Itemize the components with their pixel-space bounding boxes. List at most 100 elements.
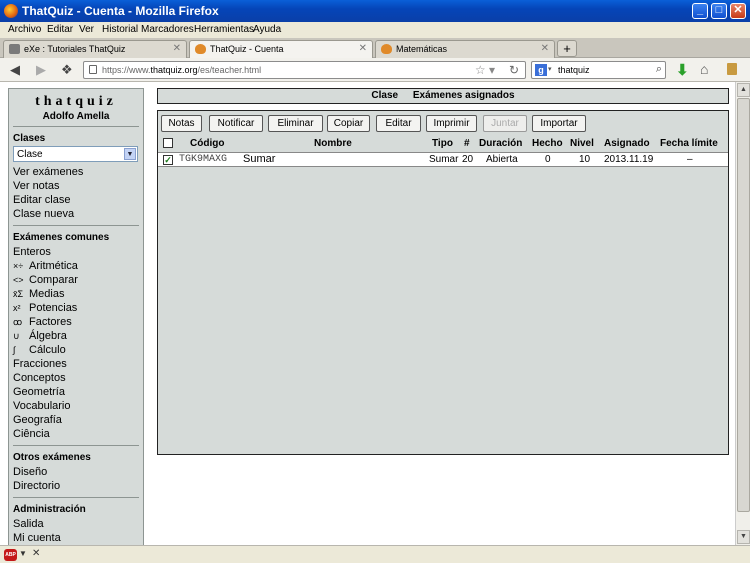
notificar-button[interactable]: Notificar [209,115,263,132]
copiar-button[interactable]: Copiar [327,115,370,132]
link-vocabulario[interactable]: Vocabulario [9,399,143,413]
link-clase-nueva[interactable]: Clase nueva [9,207,143,221]
tab-bar: eXe : Tutoriales ThatQuiz ✕ ThatQuiz - C… [0,38,750,58]
brand-logo[interactable]: thatquiz [9,94,143,110]
exam-name[interactable]: Sumar [243,153,275,165]
link-mi-cuenta[interactable]: Mi cuenta [9,531,143,545]
exam-level: 10 [579,154,591,165]
home-icon[interactable]: ⌂ [700,61,708,77]
link-aritmetica[interactable]: ×÷ Aritmética [9,259,143,273]
google-icon[interactable]: g [535,64,547,76]
scroll-down-arrow-icon[interactable]: ▼ [737,530,750,544]
notas-button[interactable]: Notas [161,115,202,132]
adblock-dropdown-icon[interactable]: ▼ [19,549,27,558]
col-count[interactable]: # [464,138,470,149]
search-bar[interactable]: g ▾ thatquiz ⌕ [531,61,666,79]
col-nombre[interactable]: Nombre [314,138,352,149]
menu-ayuda[interactable]: Ayuda [253,24,281,35]
link-factores[interactable]: ꝏ Factores [9,315,143,329]
divider [13,225,139,226]
link-geografia[interactable]: Geografía [9,413,143,427]
reload-icon[interactable]: ↻ [509,63,519,77]
thatquiz-icon [381,44,392,54]
link-salida[interactable]: Salida [9,517,143,531]
col-hecho[interactable]: Hecho [532,138,563,149]
link-enteros[interactable]: Enteros [9,245,143,259]
col-tipo[interactable]: Tipo [432,138,453,149]
url-bar[interactable]: https://www.thatquiz.org/es/teacher.html… [83,61,526,79]
link-geometria[interactable]: Geometría [9,385,143,399]
col-fecha-limite[interactable]: Fecha límite [660,138,718,149]
back-arrow-icon[interactable]: ◀ [10,62,20,78]
link-calculo[interactable]: ∫ Cálculo [9,343,143,357]
link-potencias[interactable]: x² Potencias [9,301,143,315]
link-conceptos[interactable]: Conceptos [9,371,143,385]
menu-archivo[interactable]: Archivo [8,24,41,35]
divider [13,497,139,498]
col-asignado[interactable]: Asignado [604,138,650,149]
page-header: Clase Exámenes asignados [157,88,729,104]
status-bar: ABP ▼ ✕ [0,545,750,563]
col-codigo[interactable]: Código [190,138,224,149]
close-tab-icon[interactable]: ✕ [173,43,181,54]
link-algebra[interactable]: ∪ Álgebra [9,329,143,343]
link-editar-clase[interactable]: Editar clase [9,193,143,207]
imprimir-button[interactable]: Imprimir [426,115,477,132]
close-window-button[interactable]: ✕ [730,3,746,19]
identity-icon[interactable]: ❖ [61,62,73,78]
link-ver-examenes[interactable]: Ver exámenes [9,165,143,179]
lock-icon [89,65,97,74]
tab-label: ThatQuiz - Cuenta [210,44,284,54]
importar-button[interactable]: Importar [532,115,586,132]
menu-editar[interactable]: Editar [47,24,73,35]
eliminar-button[interactable]: Eliminar [268,115,323,132]
common-exams-heading: Exámenes comunes [13,232,110,243]
class-select[interactable]: Clase ▼ [13,146,138,162]
scroll-up-arrow-icon[interactable]: ▲ [737,83,750,97]
link-medias[interactable]: x̄Σ Medias [9,287,143,301]
tab-exe-tutoriales[interactable]: eXe : Tutoriales ThatQuiz ✕ [3,40,187,58]
engine-dropdown-icon[interactable]: ▾ [548,65,552,73]
chevron-down-icon[interactable]: ▼ [124,148,136,160]
tab-label: Matemáticas [396,44,448,54]
select-all-checkbox[interactable] [163,138,173,148]
search-icon[interactable]: ⌕ [656,63,662,76]
col-duracion[interactable]: Duración [479,138,522,149]
minimize-button[interactable]: _ [692,3,708,19]
menu-ver[interactable]: Ver [79,24,94,35]
link-comparar[interactable]: <> Comparar [9,273,143,287]
exam-code[interactable]: TGK9MAXG [179,154,227,165]
col-nivel[interactable]: Nivel [570,138,594,149]
download-icon[interactable]: ⬇ [676,61,689,79]
tab-matematicas[interactable]: Matemáticas ✕ [375,40,555,58]
menu-marcadores[interactable]: Marcadores [141,24,194,35]
editar-button[interactable]: Editar [376,115,421,132]
link-diseno[interactable]: Diseño [9,465,143,479]
maximize-button[interactable]: □ [711,3,727,19]
scroll-thumb[interactable] [737,98,750,512]
close-tab-icon[interactable]: ✕ [541,43,549,54]
forward-arrow-icon[interactable]: ▶ [36,62,46,78]
tab-thatquiz-cuenta[interactable]: ThatQuiz - Cuenta ✕ [189,40,373,58]
menu-herramientas[interactable]: Herramientas [194,24,254,35]
link-ver-notas[interactable]: Ver notas [9,179,143,193]
search-input[interactable]: thatquiz [558,65,590,75]
link-directorio[interactable]: Directorio [9,479,143,493]
table-row[interactable]: ✓ TGK9MAXG Sumar Sumar 20 Abierta 0 10 2… [158,152,728,167]
juntar-button[interactable]: Juntar [483,115,527,132]
bookmarks-icon[interactable] [727,63,737,75]
algebra-icon: ∪ [13,331,20,341]
close-tab-icon[interactable]: ✕ [359,43,367,54]
close-addon-bar-icon[interactable]: ✕ [32,548,40,559]
bookmark-star-icon[interactable]: ☆ ▾ [475,63,495,77]
class-select-value: Clase [17,149,43,160]
firefox-icon [4,4,18,18]
row-checkbox[interactable]: ✓ [163,155,173,165]
other-exams-heading: Otros exámenes [13,452,91,463]
vertical-scrollbar[interactable]: ▲ ▼ [735,82,750,545]
adblock-icon[interactable]: ABP [4,549,17,561]
link-fracciones[interactable]: Fracciones [9,357,143,371]
link-ciencia[interactable]: Ciência [9,427,143,441]
menu-historial[interactable]: Historial [102,24,138,35]
new-tab-button[interactable]: + [557,40,577,57]
